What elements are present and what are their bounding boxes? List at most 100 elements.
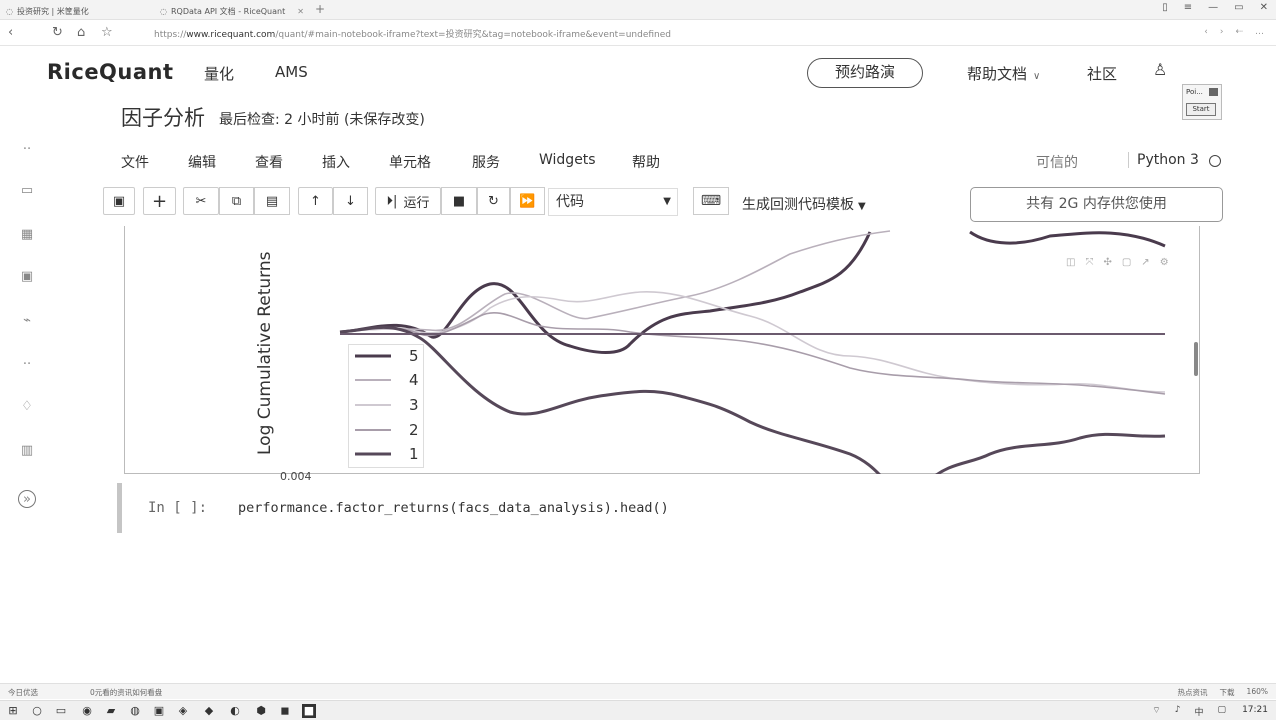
notebook-title[interactable]: 因子分析 xyxy=(121,102,205,132)
close-icon[interactable]: ✕ xyxy=(297,7,304,16)
legend-item[interactable]: 5 xyxy=(355,347,419,365)
restart-button[interactable]: ↻ xyxy=(477,187,510,215)
copy-button[interactable]: ⧉ xyxy=(219,187,254,215)
help-docs-menu[interactable]: 帮助文档 ∨ xyxy=(967,63,1040,84)
bar-chart-icon[interactable]: ▥ xyxy=(18,442,36,460)
menu-icon[interactable]: ≡ xyxy=(1184,2,1192,13)
reload-icon[interactable]: ↻ xyxy=(52,25,63,40)
grid-icon[interactable]: ▦ xyxy=(18,226,36,244)
app-icon[interactable]: ◉ xyxy=(80,704,94,718)
app-icon[interactable]: ◍ xyxy=(128,704,142,718)
app-icon[interactable]: ◼ xyxy=(278,704,292,718)
legend-item[interactable]: 3 xyxy=(355,396,419,414)
autoscale-icon[interactable]: ▢ xyxy=(1122,257,1131,268)
roadshow-button[interactable]: 预约路演 xyxy=(807,58,923,88)
generate-template-dropdown[interactable]: 生成回测代码模板 ▼ xyxy=(742,194,866,214)
back-icon[interactable]: ‹ xyxy=(8,25,13,40)
memory-info-button[interactable]: 共有 2G 内存供您使用 xyxy=(970,187,1223,222)
nav-quant[interactable]: 量化 xyxy=(204,63,234,84)
forward-icon[interactable]: › xyxy=(1220,27,1224,37)
left-dock: ·· ▭ ▦ ▣ ⌁ ·· ♢ ▥ » xyxy=(0,46,56,686)
move-up-button[interactable]: ↑ xyxy=(298,187,333,215)
ime-indicator[interactable]: 中 xyxy=(1194,705,1203,718)
status-left[interactable]: 今日优选 xyxy=(8,687,38,698)
output-scrollbar[interactable] xyxy=(1194,342,1198,376)
menu-file[interactable]: 文件 xyxy=(121,152,149,172)
menu-widgets[interactable]: Widgets xyxy=(539,152,596,168)
history-icon[interactable]: ⇠ xyxy=(1235,27,1243,37)
cell-code[interactable]: performance.factor_returns(facs_data_ana… xyxy=(238,500,669,516)
legend-item[interactable]: 1 xyxy=(355,445,419,463)
command-palette-button[interactable]: ⌨ xyxy=(693,187,729,215)
windows-start-icon[interactable]: ⊞ xyxy=(6,704,20,718)
menu-cell[interactable]: 单元格 xyxy=(389,152,431,172)
search-icon[interactable]: ○ xyxy=(30,704,44,718)
pan-icon[interactable]: ✣ xyxy=(1103,257,1111,268)
share-icon[interactable]: ‹ xyxy=(1204,27,1208,37)
restore-icon[interactable]: ▯ xyxy=(1162,2,1168,13)
window-icon[interactable]: ▭ xyxy=(18,182,36,200)
status-download[interactable]: 下载 xyxy=(1220,687,1235,698)
menu-insert[interactable]: 插入 xyxy=(322,152,350,172)
app-icon[interactable]: ⬢ xyxy=(254,704,268,718)
paste-button[interactable]: ▤ xyxy=(254,187,290,215)
help-docs-label: 帮助文档 xyxy=(967,65,1028,83)
kernel-name[interactable]: Python 3 xyxy=(1128,152,1199,168)
cell-type-select[interactable]: 代码 ▼ xyxy=(548,188,678,216)
browser-tab[interactable]: ◌ 投资研究 | 米筐量化 xyxy=(6,4,89,18)
url-field[interactable]: https://www.ricequant.com/quant/#main-no… xyxy=(154,27,671,40)
menu-view[interactable]: 查看 xyxy=(255,152,283,172)
play-icon[interactable]: » xyxy=(18,490,36,508)
menu-kernel[interactable]: 服务 xyxy=(472,152,500,172)
home-icon[interactable]: ⌂ xyxy=(77,25,85,40)
network-icon[interactable]: ⌔ xyxy=(1152,705,1160,718)
save-button[interactable]: ▣ xyxy=(103,187,135,215)
volume-icon[interactable]: ♪ xyxy=(1175,705,1181,718)
run-button[interactable]: ⏵| 运行 xyxy=(375,187,441,215)
move-down-button[interactable]: ↓ xyxy=(333,187,368,215)
community-link[interactable]: 社区 xyxy=(1087,63,1117,84)
legend-item[interactable]: 4 xyxy=(355,371,419,389)
chart-icon[interactable]: ⌁ xyxy=(18,312,36,330)
trusted-indicator[interactable]: 可信的 xyxy=(1036,152,1078,172)
record-icon[interactable] xyxy=(1209,88,1218,96)
app-icon[interactable]: ▣ xyxy=(152,704,166,718)
restart-run-all-button[interactable]: ⏩ xyxy=(510,187,545,215)
legend-label: 2 xyxy=(409,421,419,439)
cut-button[interactable]: ✂ xyxy=(183,187,219,215)
folder-icon[interactable]: ▰ xyxy=(104,704,118,718)
export-icon[interactable]: ↗ xyxy=(1141,257,1149,268)
insert-cell-button[interactable]: + xyxy=(143,187,176,215)
zoom-icon[interactable]: ⤧ xyxy=(1085,257,1093,268)
more-icon[interactable]: … xyxy=(1255,27,1264,37)
start-button[interactable]: Start xyxy=(1186,103,1216,116)
template-label: 生成回测代码模板 xyxy=(742,197,854,213)
app-icon[interactable]: ◐ xyxy=(228,704,242,718)
close-icon[interactable]: ✕ xyxy=(1260,2,1268,13)
minimize-icon[interactable]: — xyxy=(1208,2,1218,13)
settings-icon[interactable]: ⚙ xyxy=(1160,257,1169,268)
notification-icon[interactable]: ▢ xyxy=(1217,705,1226,718)
status-hot-news[interactable]: 热点资讯 xyxy=(1178,687,1208,698)
app-icon[interactable]: ■ xyxy=(302,704,316,718)
app-icon[interactable]: ▣ xyxy=(18,268,36,286)
nav-ams[interactable]: AMS xyxy=(275,63,308,81)
app-icon[interactable]: ◆ xyxy=(202,704,216,718)
shirt-icon[interactable]: ♙ xyxy=(1153,60,1167,79)
status-news[interactable]: 0元看的资讯如何看盘 xyxy=(90,687,162,698)
menu-help[interactable]: 帮助 xyxy=(632,152,660,172)
lightbulb-icon[interactable]: ♢ xyxy=(18,398,36,416)
legend-item[interactable]: 2 xyxy=(355,421,419,439)
dots-icon: ·· xyxy=(22,357,32,372)
maximize-icon[interactable]: ▭ xyxy=(1234,2,1243,13)
task-view-icon[interactable]: ▭ xyxy=(54,704,68,718)
status-zoom[interactable]: 160% xyxy=(1247,687,1268,698)
interrupt-button[interactable]: ■ xyxy=(441,187,477,215)
app-icon[interactable]: ◈ xyxy=(176,704,190,718)
new-tab-button[interactable]: + xyxy=(315,2,325,16)
camera-icon[interactable]: ◫ xyxy=(1066,257,1075,268)
menu-edit[interactable]: 编辑 xyxy=(188,152,216,172)
star-icon[interactable]: ☆ xyxy=(101,25,113,40)
ricequant-logo[interactable]: RiceQuant xyxy=(47,60,174,84)
browser-tab[interactable]: ◌ RQData API 文档 - RiceQuant ✕ xyxy=(160,4,304,18)
